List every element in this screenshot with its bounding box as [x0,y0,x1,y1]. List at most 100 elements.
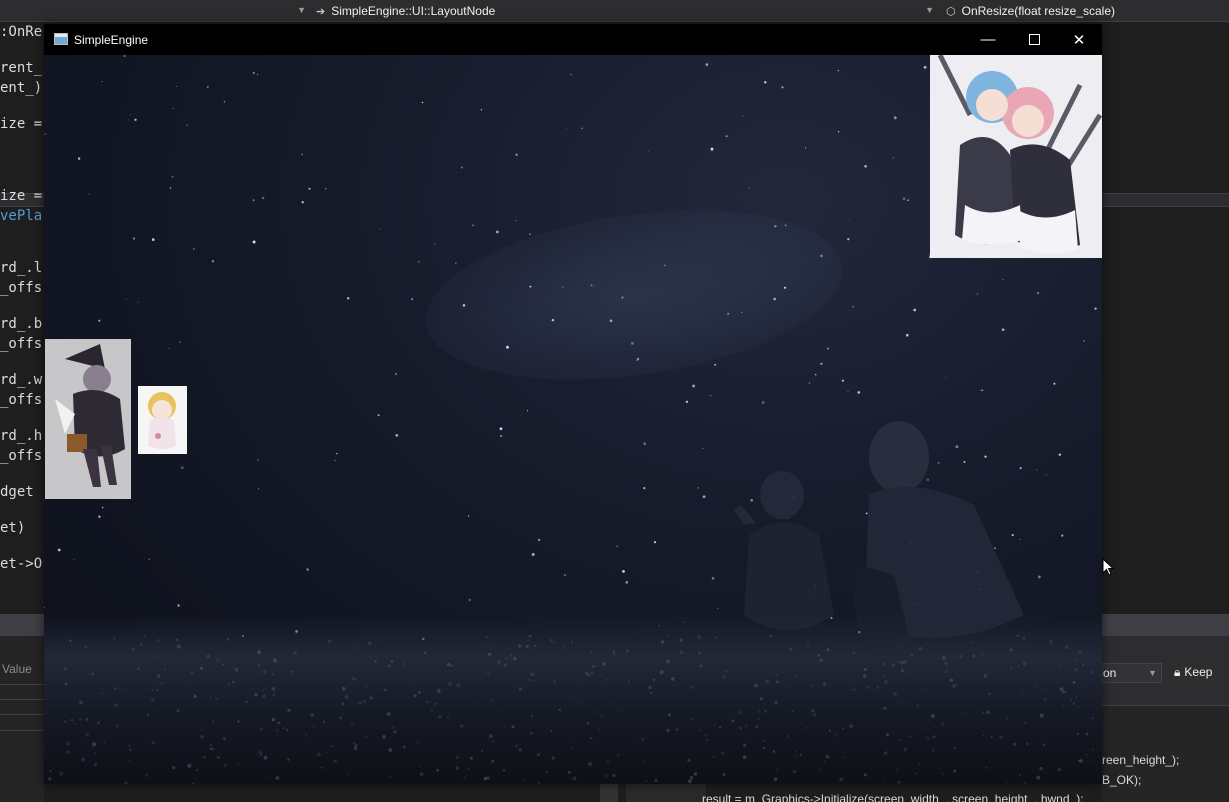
star [976,293,979,295]
render-viewport[interactable] [44,55,1102,784]
meadow-flower [689,775,694,780]
star [865,512,868,515]
meadow-flower [502,769,506,772]
meadow-flower [738,710,743,715]
meadow-flower [981,730,984,732]
meadow-flower [353,746,358,751]
meadow-flower [734,665,737,668]
star [697,487,699,489]
star [336,453,338,455]
meadow-flower [654,779,658,782]
meadow-flower [195,777,197,780]
star [748,187,750,189]
star [134,118,137,121]
star [379,228,381,230]
star [471,431,473,433]
star [537,538,541,542]
value-column-header[interactable]: Value [2,662,32,676]
meadow-flower [918,647,923,651]
meadow-flower [481,750,483,752]
meadow-flower [886,748,889,751]
star [1001,328,1005,332]
window-title: SimpleEngine [74,33,149,47]
meadow-flower [898,739,901,742]
meadow-flower [151,740,155,745]
maximize-button[interactable] [1011,24,1057,55]
star [132,237,136,240]
meadow-flower [389,775,392,778]
star [926,478,930,481]
meadow-flower [530,672,535,676]
meadow-flower [350,722,354,726]
meadow-flower [631,762,633,765]
meadow-flower [1075,659,1079,662]
meadow-flower [910,653,913,656]
meadow-flower [679,650,684,655]
meadow-flower [862,674,867,678]
meadow-flower [897,780,901,784]
star [527,410,529,412]
meadow-flower [759,697,764,701]
member-label: OnResize(float resize_scale) [961,4,1116,18]
watch-panel: Value [0,636,44,802]
project-scope-combo[interactable]: ▼ [0,1,310,21]
star [1045,474,1047,476]
grid-line [0,714,44,715]
star [717,607,719,609]
meadow-flower [953,769,957,773]
meadow-flower [1017,665,1020,668]
sprite-card-maids[interactable] [930,55,1102,258]
minimize-button[interactable]: — [965,24,1011,55]
star [346,296,350,300]
star [727,312,730,315]
meadow-flower [81,757,85,762]
star [1094,307,1097,310]
star [44,133,47,135]
type-scope-combo[interactable]: ➔ SimpleEngine::UI::LayoutNode ▼ [312,1,938,21]
meadow-flower [331,744,334,748]
keep-toggle[interactable]: 🔒︎ Keep [1174,665,1212,680]
meadow-flower [455,755,459,760]
meadow-flower [612,650,615,653]
meadow-flower [257,664,261,667]
star [1083,340,1085,342]
star [395,434,399,437]
window-titlebar[interactable]: SimpleEngine — ✕ [44,24,1102,55]
meadow-flower [509,654,513,657]
star [169,187,172,189]
meadow-flower [643,760,646,762]
meadow-flower [883,675,886,678]
close-button[interactable]: ✕ [1056,24,1102,55]
meadow-flower [757,717,761,721]
meadow-flower [745,724,748,727]
star [515,153,518,156]
meadow-flower [49,769,52,772]
output-source-select[interactable]: on ▼ [1102,663,1162,683]
meadow-flower [1022,636,1026,640]
star [1037,575,1041,579]
star [176,85,178,87]
member-combo[interactable]: ⬡ OnResize(float resize_scale) [942,1,1229,21]
meadow-flower [1034,683,1037,686]
meadow-flower [590,651,593,653]
meadow-flower [903,660,907,664]
bottom-code-strip: result = m_Graphics->Initialize(screen_w… [600,784,1102,802]
sprite-card-chibi[interactable] [138,386,187,454]
meadow-flower [426,701,429,704]
meadow-flower [806,726,808,729]
star [784,224,787,227]
star [750,498,754,502]
meadow-flower [776,768,779,771]
meadow-flower [982,711,985,714]
code-line: rd_.h [0,428,43,444]
method-cube-icon: ⬡ [946,5,956,18]
meadow-flower [518,644,522,648]
meadow-flower [262,694,266,698]
sprite-card-witch[interactable] [45,339,131,499]
meadow-flower [570,746,572,749]
meadow-flower [215,697,218,701]
meadow-flower [769,635,773,638]
meadow-flower [503,725,505,728]
meadow-flower [699,664,703,668]
simpleengine-window[interactable]: SimpleEngine — ✕ [44,24,1102,784]
